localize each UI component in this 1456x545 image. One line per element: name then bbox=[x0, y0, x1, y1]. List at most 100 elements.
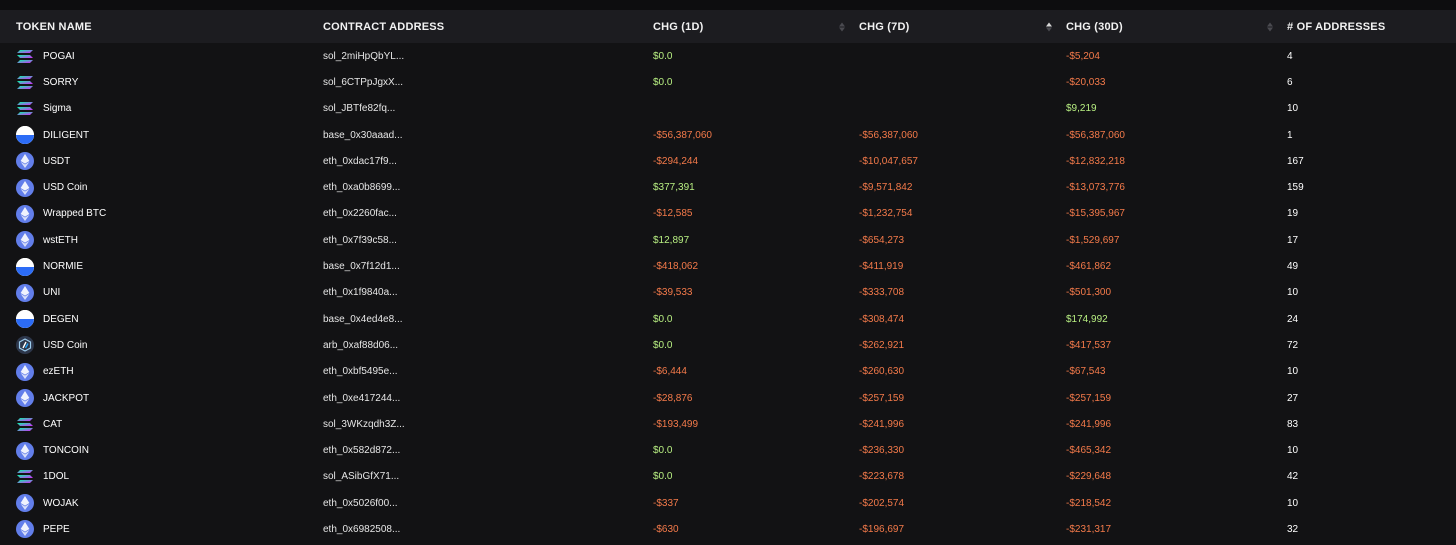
token-name: USD Coin bbox=[43, 339, 88, 351]
table-row[interactable]: Sigma sol_JBTfe82fq... $9,219 10 bbox=[0, 96, 1456, 122]
column-header-chg-30d[interactable]: CHG (30D) bbox=[1058, 10, 1279, 43]
contract-address[interactable]: eth_0xa0b8699... bbox=[315, 174, 645, 200]
num-addresses-value: 27 bbox=[1287, 392, 1299, 404]
table-row[interactable]: DEGEN base_0x4ed4e8... $0.0 -$308,474 $174,9… bbox=[0, 306, 1456, 332]
contract-address[interactable]: sol_JBTfe82fq... bbox=[315, 96, 645, 122]
table-row[interactable]: UNI eth_0x1f9840a... -$39,533 -$333,708 -$50… bbox=[0, 280, 1456, 306]
column-header-token-name[interactable]: TOKEN NAME bbox=[0, 10, 315, 43]
solana-icon bbox=[16, 47, 34, 65]
token-name-cell[interactable]: Sigma bbox=[0, 96, 315, 122]
num-addresses-value: 167 bbox=[1287, 155, 1304, 167]
chg-7d-value: -$10,047,657 bbox=[859, 155, 918, 167]
contract-address[interactable]: arb_0xaf88d06... bbox=[315, 332, 645, 358]
num-addresses-value: 159 bbox=[1287, 182, 1304, 194]
ethereum-icon bbox=[16, 152, 34, 171]
table-row[interactable]: POGAI sol_2miHpQbYL... $0.0 -$5,204 4 bbox=[0, 43, 1456, 69]
token-name-cell[interactable]: USDT bbox=[0, 148, 315, 174]
contract-address[interactable]: base_0x4ed4e8... bbox=[315, 306, 645, 332]
token-name-cell[interactable]: USD Coin bbox=[0, 332, 315, 358]
table-row[interactable]: USDT eth_0xdac17f9... -$294,244 -$10,047,65… bbox=[0, 148, 1456, 174]
contract-address[interactable]: eth_0xbf5495e... bbox=[315, 359, 645, 385]
token-name-cell[interactable]: 1DOL bbox=[0, 464, 315, 490]
token-name-cell[interactable]: PEPE bbox=[0, 516, 315, 542]
contract-address[interactable]: eth_0xe417244... bbox=[315, 385, 645, 411]
contract-address[interactable]: eth_0xdac17f9... bbox=[315, 148, 645, 174]
chg-1d-value: -$28,876 bbox=[653, 392, 693, 404]
num-addresses-value: 10 bbox=[1287, 103, 1299, 115]
contract-address[interactable]: eth_0x7f39c58... bbox=[315, 227, 645, 253]
column-header-chg-1d[interactable]: CHG (1D) bbox=[645, 10, 851, 43]
table-row[interactable]: 1DOL sol_ASibGfX71... $0.0 -$223,678 -$229,6… bbox=[0, 464, 1456, 490]
chg-30d-value: -$67,543 bbox=[1066, 366, 1106, 378]
column-header-contract-address[interactable]: CONTRACT ADDRESS bbox=[315, 10, 645, 43]
token-name-cell[interactable]: ezETH bbox=[0, 359, 315, 385]
column-header-num-addresses[interactable]: # OF ADDRESSES bbox=[1279, 10, 1456, 43]
column-header-chg-7d[interactable]: CHG (7D) bbox=[851, 10, 1058, 43]
token-name-cell[interactable]: wstETH bbox=[0, 227, 315, 253]
num-addresses-value: 6 bbox=[1287, 76, 1293, 88]
table-row[interactable]: PEPE eth_0x6982508... -$630 -$196,697 -$231,… bbox=[0, 516, 1456, 542]
token-name-cell[interactable]: JACKPOT bbox=[0, 385, 315, 411]
token-name-cell[interactable]: NORMIE bbox=[0, 253, 315, 279]
contract-address[interactable]: sol_ASibGfX71... bbox=[315, 464, 645, 490]
num-addresses-value: 83 bbox=[1287, 418, 1299, 430]
token-name-cell[interactable]: DILIGENT bbox=[0, 122, 315, 148]
contract-address[interactable]: base_0x7f12d1... bbox=[315, 253, 645, 279]
token-name: USDT bbox=[43, 155, 71, 167]
ethereum-icon bbox=[16, 231, 34, 250]
table-row[interactable]: JACKPOT eth_0xe417244... -$28,876 -$257,159… bbox=[0, 385, 1456, 411]
token-name-cell[interactable]: CAT bbox=[0, 411, 315, 437]
contract-address[interactable]: sol_3WKzqdh3Z... bbox=[315, 411, 645, 437]
table-row[interactable]: USD Coin arb_0xaf88d06... $0.0 -$262,921 -$4… bbox=[0, 332, 1456, 358]
table-row[interactable]: SORRY sol_6CTPpJgxX... $0.0 -$20,033 6 bbox=[0, 69, 1456, 95]
token-name-cell[interactable]: DEGEN bbox=[0, 306, 315, 332]
chg-1d-value: $0.0 bbox=[653, 471, 673, 483]
ethereum-icon bbox=[16, 389, 34, 407]
token-name-cell[interactable]: UNI bbox=[0, 280, 315, 306]
chg-1d-value: $0.0 bbox=[653, 50, 673, 62]
base-icon bbox=[16, 310, 34, 329]
chg-7d-value bbox=[851, 43, 1058, 69]
chg-7d-value: -$308,474 bbox=[859, 313, 905, 325]
table-row[interactable]: USD Coin eth_0xa0b8699... $377,391 -$9,571,… bbox=[0, 174, 1456, 200]
token-name-cell[interactable]: Wrapped BTC bbox=[0, 201, 315, 227]
contract-address[interactable]: eth_0x2260fac... bbox=[315, 201, 645, 227]
sort-icon[interactable] bbox=[1267, 22, 1273, 31]
contract-address[interactable]: eth_0x6982508... bbox=[315, 516, 645, 542]
table-row[interactable]: TONCOIN eth_0x582d872... $0.0 -$236,330 -$46… bbox=[0, 437, 1456, 463]
chg-30d-value: -$461,862 bbox=[1066, 261, 1112, 273]
chg-1d-value: $0.0 bbox=[653, 339, 673, 351]
table-row[interactable]: WOJAK eth_0x5026f00... -$337 -$202,574 -$218… bbox=[0, 490, 1456, 516]
contract-address[interactable]: sol_6CTPpJgxX... bbox=[315, 69, 645, 95]
table-row[interactable]: wstETH eth_0x7f39c58... $12,897 -$654,273 -$… bbox=[0, 227, 1456, 253]
sort-icon[interactable] bbox=[839, 22, 845, 31]
column-header-label: TOKEN NAME bbox=[16, 20, 92, 33]
token-name-cell[interactable]: USD Coin bbox=[0, 174, 315, 200]
contract-address[interactable]: base_0x30aaad... bbox=[315, 122, 645, 148]
num-addresses-value: 42 bbox=[1287, 471, 1299, 483]
ethereum-icon bbox=[16, 441, 34, 460]
num-addresses-value: 19 bbox=[1287, 208, 1299, 220]
chg-30d-value: -$241,996 bbox=[1066, 418, 1112, 430]
sort-ascending-icon[interactable] bbox=[1046, 22, 1052, 31]
token-name-cell[interactable]: WOJAK bbox=[0, 490, 315, 516]
base-icon bbox=[16, 257, 34, 276]
chg-7d-value: -$654,273 bbox=[859, 234, 905, 246]
table-body: POGAI sol_2miHpQbYL... $0.0 -$5,204 4 SORRY so… bbox=[0, 43, 1456, 543]
table-row[interactable]: ezETH eth_0xbf5495e... -$6,444 -$260,630 -$6… bbox=[0, 359, 1456, 385]
contract-address[interactable]: eth_0x1f9840a... bbox=[315, 280, 645, 306]
num-addresses-value: 32 bbox=[1287, 523, 1299, 535]
token-name-cell[interactable]: POGAI bbox=[0, 43, 315, 69]
solana-icon bbox=[16, 100, 34, 118]
table-row[interactable]: NORMIE base_0x7f12d1... -$418,062 -$411,919… bbox=[0, 253, 1456, 279]
num-addresses-value: 1 bbox=[1287, 129, 1293, 141]
contract-address[interactable]: sol_2miHpQbYL... bbox=[315, 43, 645, 69]
table-row[interactable]: CAT sol_3WKzqdh3Z... -$193,499 -$241,996 -$2… bbox=[0, 411, 1456, 437]
contract-address[interactable]: eth_0x5026f00... bbox=[315, 490, 645, 516]
table-row[interactable]: Wrapped BTC eth_0x2260fac... -$12,585 -$1,2… bbox=[0, 201, 1456, 227]
contract-address[interactable]: eth_0x582d872... bbox=[315, 437, 645, 463]
token-name-cell[interactable]: SORRY bbox=[0, 69, 315, 95]
column-header-label: CHG (7D) bbox=[859, 20, 910, 33]
token-name-cell[interactable]: TONCOIN bbox=[0, 437, 315, 463]
table-row[interactable]: DILIGENT base_0x30aaad... -$56,387,060 -$56… bbox=[0, 122, 1456, 148]
